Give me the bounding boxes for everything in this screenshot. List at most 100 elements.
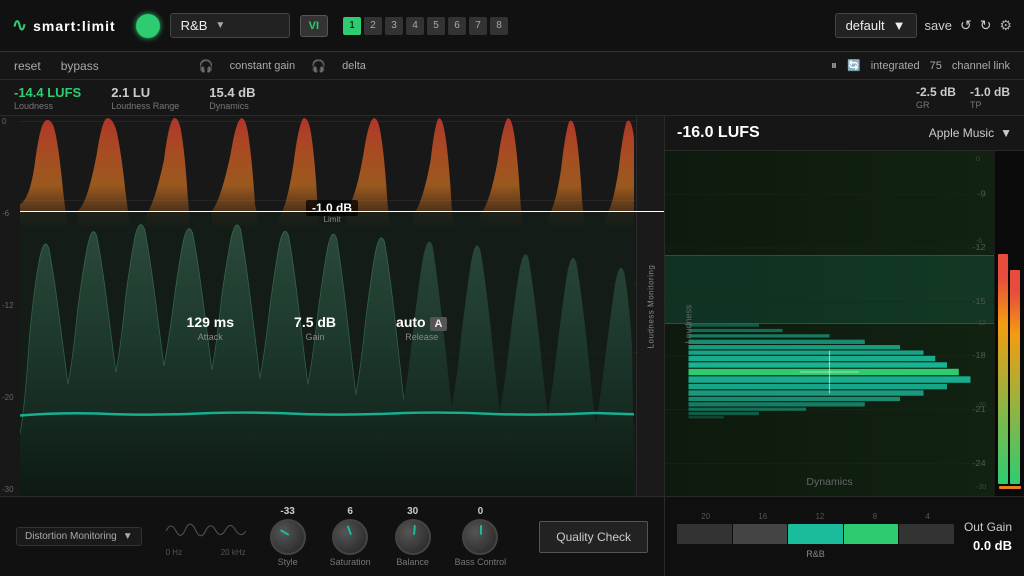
dynamics-label: Dynamics [209,101,249,111]
platform-select[interactable]: Apple Music ▼ [929,126,1012,140]
rnb-label: R&B [804,547,827,561]
style-value: -33 [280,506,294,517]
meter-strip [994,151,1024,496]
num-btn-4[interactable]: 4 [406,17,424,35]
gain-control[interactable]: 7.5 dB Gain [294,314,336,342]
saturation-knob[interactable] [332,519,368,555]
out-gain-section: Out Gain 0.0 dB [964,520,1012,553]
loudness-viz-svg: Dynamics -9 -12 -15 -18 -21 -24 [665,151,994,496]
loudness-monitoring-label: Loudness Monitoring [646,264,655,348]
save-area: default ▼ save ↺ ↻ ⚙ [835,13,1012,38]
num-btn-7[interactable]: 7 [469,17,487,35]
content-area: 0 -6 -12 -20 -30 [0,116,1024,576]
freq-end-label: 20 kHz [221,548,246,557]
save-button[interactable]: save [925,18,952,33]
release-control[interactable]: auto A Release [396,314,447,342]
scale-20: -20 [2,394,20,402]
bypass-button[interactable]: bypass [61,59,99,73]
stat-loudness: -14.4 LUFS Loudness [14,85,81,111]
rdb-20: -20 [976,402,992,409]
tp-label: TP [970,100,982,110]
default-arrow-icon: ▼ [893,18,906,33]
left-section: 0 -6 -12 -20 -30 [0,116,664,576]
platform-arrow-icon: ▼ [1000,126,1012,140]
settings-icon[interactable]: ⚙ [999,17,1012,34]
attack-control[interactable]: 129 ms Attack [187,314,234,342]
attack-value: 129 ms [187,314,234,330]
dscale-20: 20 [701,512,710,521]
dynamics-bars [677,524,954,544]
dbar-1 [677,524,732,544]
dbar-3 [788,524,843,544]
svg-text:Dynamics: Dynamics [806,478,852,489]
rnb-label-container: R&B [677,544,954,562]
loudness-monitoring-sidebar[interactable]: Loudness Monitoring [636,116,664,496]
distortion-arrow-icon: ▼ [123,531,133,542]
default-dropdown[interactable]: default ▼ [835,13,917,38]
num-btn-8[interactable]: 8 [490,17,508,35]
right-bottom: 20 16 12 8 4 R&B [665,496,1024,576]
right-panel: -16.0 LUFS Apple Music ▼ [664,116,1024,576]
style-knob[interactable] [270,519,306,555]
bass-label: Bass Control [455,557,507,567]
gain-value: 7.5 dB [294,314,336,330]
loudness-range-label: Loudness Range [111,101,179,111]
pause-icon[interactable]: ⏸ [831,58,837,73]
integrated-label: integrated [871,60,920,72]
redo-button[interactable]: ↻ [980,17,992,34]
gain-label: Gain [306,332,325,342]
scale-0: 0 [2,118,20,126]
stats-right: -2.5 dB GR -1.0 dB TP [916,85,1010,110]
balance-knob[interactable] [395,519,431,555]
dynamics-section: 20 16 12 8 4 R&B [677,512,954,562]
undo-button[interactable]: ↺ [960,17,972,34]
logo: ∿ smart:limit [12,15,116,36]
meter-bar-right [1010,270,1020,484]
dynamics-scale: 20 16 12 8 4 [677,512,954,521]
mini-waveform [166,516,246,546]
dbar-5 [899,524,954,544]
attack-label: Attack [198,332,223,342]
loop-icon: 🔄 [847,59,861,72]
num-btn-3[interactable]: 3 [385,17,403,35]
controls-overlay: 129 ms Attack 7.5 dB Gain auto A Release [0,314,634,342]
num-btn-5[interactable]: 5 [427,17,445,35]
toolbar-right: ⏸ 🔄 integrated 75 channel link [831,58,1010,73]
balance-knob-group: 30 Balance [395,506,431,567]
release-value: auto A [396,314,447,330]
preset-arrow-icon: ▼ [215,20,225,31]
power-button[interactable] [136,14,160,38]
loudness-label: Loudness [14,101,53,111]
quality-check-button[interactable]: Quality Check [539,521,648,553]
num-btn-2[interactable]: 2 [364,17,382,35]
right-db-scale: 0 -6 -12 -20 -30 [974,151,994,496]
constant-gain-label: constant gain [230,60,295,72]
bass-knob[interactable] [462,519,498,555]
rdb-30: -30 [976,484,992,491]
limit-line [20,211,664,212]
rdb-12: -12 [976,320,992,327]
vis-button[interactable]: VI [300,15,328,37]
preset-dropdown[interactable]: R&B ▼ [170,13,290,38]
main-waveform [20,211,634,496]
rdb-6: -6 [976,238,992,245]
release-label: Release [405,332,438,342]
distortion-monitoring-dropdown[interactable]: Distortion Monitoring ▼ [16,527,142,546]
meter-peak-marker [999,486,1021,489]
loudness-header: -16.0 LUFS Apple Music ▼ [665,116,1024,151]
top-bar: ∿ smart:limit R&B ▼ VI 1 2 3 4 5 6 7 8 d… [0,0,1024,52]
toolbar: reset bypass 🎧 constant gain 🎧 delta ⏸ 🔄… [0,52,1024,80]
style-label: Style [278,557,298,567]
num-btn-6[interactable]: 6 [448,17,466,35]
app-container: ∿ smart:limit R&B ▼ VI 1 2 3 4 5 6 7 8 d… [0,0,1024,576]
gr-value: -2.5 dB [916,85,956,99]
toolbar-center: 🎧 constant gain 🎧 delta [199,59,366,73]
loudness-range-value: 2.1 LU [111,85,150,100]
reset-button[interactable]: reset [14,59,41,73]
bass-knob-group: 0 Bass Control [455,506,507,567]
headphone-icon: 🎧 [199,59,214,73]
saturation-label: Saturation [330,557,371,567]
loudness-axis-label: Loudness [684,304,694,343]
balance-label: Balance [396,557,429,567]
num-btn-1[interactable]: 1 [343,17,361,35]
